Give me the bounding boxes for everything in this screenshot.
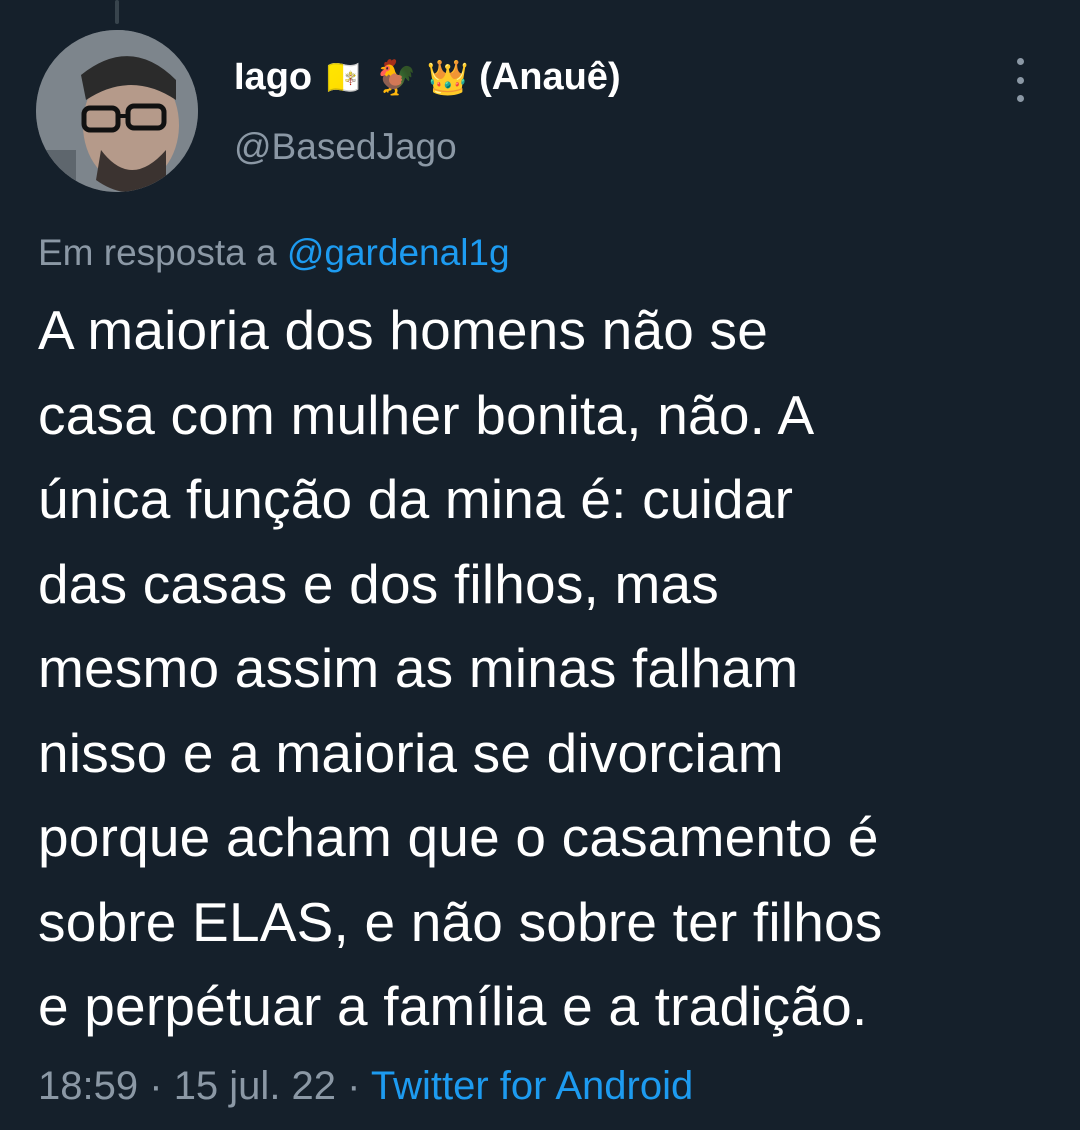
tweet-text-line: nisso e a maioria se divorciam: [38, 721, 784, 784]
author-display-name[interactable]: Iago 🇻🇦 🐓 👑 (Anauê): [234, 56, 621, 99]
tweet-text-line: porque acham que o casamento é: [38, 806, 879, 868]
avatar[interactable]: [36, 30, 198, 192]
author-name-suffix: (Anauê): [479, 56, 621, 98]
author-handle[interactable]: @BasedJago: [234, 126, 457, 168]
tweet-text-line: das casas e dos filhos, mas: [38, 552, 720, 615]
tweet-text-line: e perpétuar a família e a tradição.: [38, 975, 868, 1037]
meta-separator: ·: [347, 1064, 361, 1108]
reply-context: Em resposta a @gardenal1g: [38, 232, 510, 274]
more-options-icon: [1016, 58, 1024, 65]
tweet-body: A maioria dos homens não se casa com mul…: [38, 288, 1058, 1049]
avatar-photo: [36, 30, 198, 192]
tweet-time[interactable]: 18:59: [38, 1064, 138, 1108]
more-options-button[interactable]: [1008, 58, 1032, 102]
tweet-text-line: A maioria dos homens não se: [38, 299, 768, 361]
tweet-text-line: mesmo assim as minas falham: [38, 637, 799, 699]
more-options-icon: [1016, 76, 1024, 84]
meta-separator: ·: [149, 1064, 163, 1108]
reply-context-prefix: Em resposta a: [38, 232, 277, 273]
tweet-source-link[interactable]: Twitter for Android: [371, 1064, 693, 1108]
tweet-metadata: 18:59 · 15 jul. 22 · Twitter for Android: [38, 1064, 693, 1109]
tweet-date[interactable]: 15 jul. 22: [174, 1064, 336, 1108]
tweet-text-line: sobre ELAS, e não sobre ter filhos: [38, 890, 883, 953]
more-options-icon: [1016, 95, 1024, 102]
author-name-text: Iago: [234, 56, 313, 98]
vatican-flag-icon: 🇻🇦: [322, 57, 365, 98]
tweet-text-line: única função da mina é: cuidar: [38, 468, 794, 530]
thread-connector-line: [115, 0, 119, 24]
tweet-text-line: casa com mulher bonita, não. A: [38, 383, 815, 446]
reply-mention-link[interactable]: @gardenal1g: [287, 232, 510, 273]
crown-icon: 👑: [426, 57, 470, 98]
rooster-icon: 🐓: [374, 57, 417, 98]
